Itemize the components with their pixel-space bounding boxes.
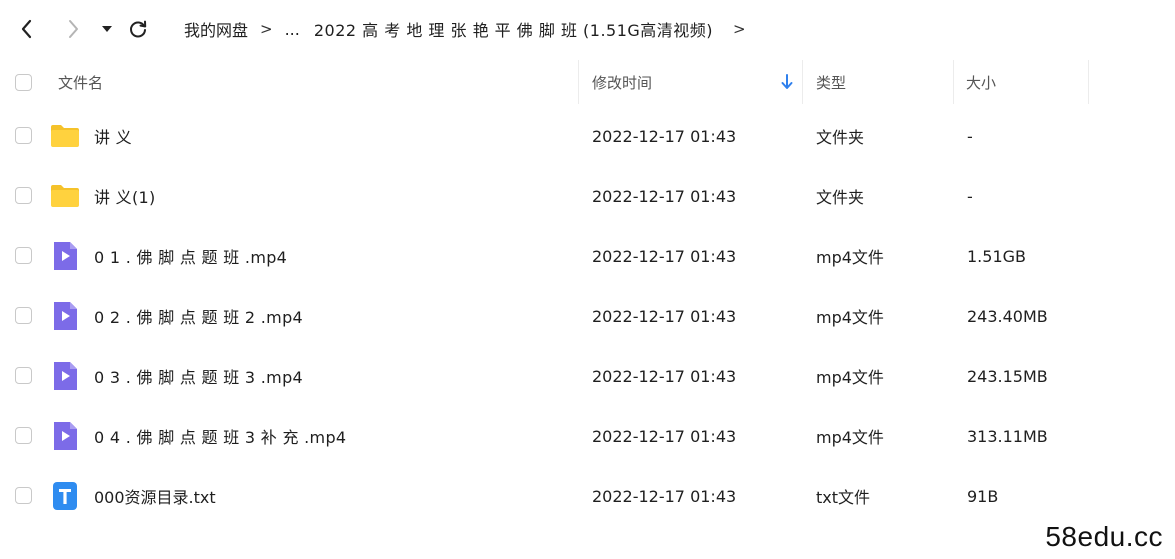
file-modified-time: 2022-12-17 01:43 <box>592 186 737 206</box>
text-file-icon <box>53 482 77 510</box>
file-size: - <box>967 186 973 206</box>
file-size: 243.40MB <box>967 306 1048 326</box>
caret-down-icon <box>102 26 112 32</box>
row-checkbox[interactable] <box>15 247 32 264</box>
row-checkbox[interactable] <box>15 127 32 144</box>
file-name[interactable]: 0 1 . 佛 脚 点 题 班 .mp4 <box>94 226 287 286</box>
file-name[interactable]: 讲 义 <box>94 106 132 166</box>
row-checkbox[interactable] <box>15 367 32 384</box>
column-header-name[interactable]: 文件名 <box>58 60 103 104</box>
breadcrumb-current[interactable]: 2022 高 考 地 理 张 艳 平 佛 脚 班 (1.51G高清视频) <box>314 17 713 41</box>
file-row[interactable]: 0 2 . 佛 脚 点 题 班 2 .mp4 2022-12-17 01:43 … <box>0 286 1175 346</box>
folder-icon <box>51 125 79 147</box>
file-row[interactable]: 0 3 . 佛 脚 点 题 班 3 .mp4 2022-12-17 01:43 … <box>0 346 1175 406</box>
file-type: mp4文件 <box>816 248 884 267</box>
file-type: mp4文件 <box>816 308 884 327</box>
column-divider[interactable] <box>578 60 579 104</box>
file-name[interactable]: 0 4 . 佛 脚 点 题 班 3 补 充 .mp4 <box>94 406 346 466</box>
column-header-type[interactable]: 类型 <box>816 60 846 104</box>
back-button[interactable] <box>14 16 40 42</box>
select-all-checkbox[interactable] <box>15 74 32 91</box>
file-type: mp4文件 <box>816 428 884 447</box>
file-name[interactable]: 0 2 . 佛 脚 点 题 班 2 .mp4 <box>94 286 303 346</box>
video-file-icon <box>54 302 77 330</box>
refresh-button[interactable] <box>125 16 151 42</box>
file-type: txt文件 <box>816 488 871 507</box>
file-row[interactable]: 000资源目录.txt 2022-12-17 01:43 txt文件 91B <box>0 466 1175 526</box>
top-nav-bar: 我的网盘 > ... 2022 高 考 地 理 张 艳 平 佛 脚 班 (1.5… <box>0 0 1175 60</box>
file-type: mp4文件 <box>816 368 884 387</box>
breadcrumb-separator: > <box>260 20 273 38</box>
history-dropdown-button[interactable] <box>94 16 120 42</box>
file-modified-time: 2022-12-17 01:43 <box>592 366 737 386</box>
watermark: 58edu.cc <box>1045 521 1163 552</box>
file-modified-time: 2022-12-17 01:43 <box>592 306 737 326</box>
row-checkbox[interactable] <box>15 187 32 204</box>
refresh-icon <box>130 20 147 38</box>
chevron-left-icon <box>21 19 32 39</box>
file-size: - <box>967 126 973 146</box>
file-size: 1.51GB <box>967 246 1026 266</box>
column-header-modified[interactable]: 修改时间 <box>592 60 652 104</box>
column-divider[interactable] <box>1088 60 1089 104</box>
file-size: 243.15MB <box>967 366 1048 386</box>
file-row[interactable]: 0 4 . 佛 脚 点 题 班 3 补 充 .mp4 2022-12-17 01… <box>0 406 1175 466</box>
video-file-icon <box>54 242 77 270</box>
file-row[interactable]: 讲 义 2022-12-17 01:43 文件夹 - <box>0 106 1175 166</box>
file-modified-time: 2022-12-17 01:43 <box>592 426 737 446</box>
file-type: 文件夹 <box>816 188 865 207</box>
row-checkbox[interactable] <box>15 427 32 444</box>
breadcrumb-ellipsis[interactable]: ... <box>285 20 300 39</box>
file-name[interactable]: 0 3 . 佛 脚 点 题 班 3 .mp4 <box>94 346 303 406</box>
column-header-size[interactable]: 大小 <box>966 60 996 104</box>
video-file-icon <box>54 362 77 390</box>
file-row[interactable]: 讲 义(1) 2022-12-17 01:43 文件夹 - <box>0 166 1175 226</box>
column-divider[interactable] <box>802 60 803 104</box>
file-list-header: 文件名 修改时间 类型 大小 <box>0 60 1175 104</box>
file-modified-time: 2022-12-17 01:43 <box>592 126 737 146</box>
file-modified-time: 2022-12-17 01:43 <box>592 246 737 266</box>
sort-descending-icon[interactable] <box>780 73 794 91</box>
breadcrumb: 我的网盘 > ... 2022 高 考 地 理 张 艳 平 佛 脚 班 (1.5… <box>184 16 758 42</box>
video-file-icon <box>54 422 77 450</box>
column-divider[interactable] <box>953 60 954 104</box>
folder-icon <box>51 185 79 207</box>
row-checkbox[interactable] <box>15 487 32 504</box>
forward-button[interactable] <box>60 16 86 42</box>
file-size: 313.11MB <box>967 426 1048 446</box>
file-size: 91B <box>967 486 999 506</box>
row-checkbox[interactable] <box>15 307 32 324</box>
file-row[interactable]: 0 1 . 佛 脚 点 题 班 .mp4 2022-12-17 01:43 mp… <box>0 226 1175 286</box>
file-name[interactable]: 讲 义(1) <box>94 166 156 226</box>
file-name[interactable]: 000资源目录.txt <box>94 466 216 526</box>
file-modified-time: 2022-12-17 01:43 <box>592 486 737 506</box>
breadcrumb-root[interactable]: 我的网盘 <box>184 17 248 41</box>
file-type: 文件夹 <box>816 128 865 147</box>
breadcrumb-separator-trailing[interactable]: > <box>733 20 746 38</box>
chevron-right-icon <box>69 20 78 38</box>
